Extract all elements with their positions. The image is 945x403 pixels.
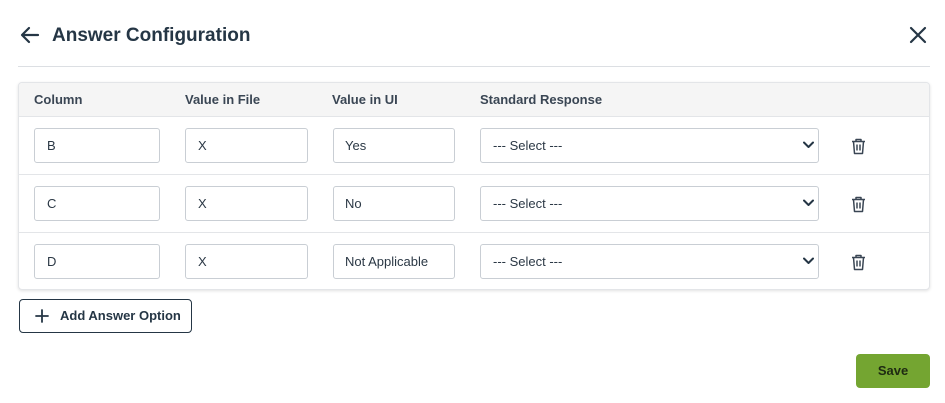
add-answer-option-button[interactable]: Add Answer Option xyxy=(19,299,192,333)
column-header-column: Column xyxy=(34,92,83,107)
dialog-header: Answer Configuration xyxy=(0,0,945,67)
arrow-left-icon[interactable] xyxy=(19,24,41,46)
value-in-ui-input[interactable] xyxy=(333,244,455,279)
header-divider xyxy=(18,66,930,67)
save-label: Save xyxy=(877,363,909,378)
save-button[interactable]: Save xyxy=(856,354,930,388)
page-title: Answer Configuration xyxy=(52,25,251,46)
column-input[interactable] xyxy=(34,244,160,279)
table-row: --- Select --- xyxy=(19,233,929,289)
column-header-value-in-file: Value in File xyxy=(185,92,261,107)
add-answer-option-label: Add Answer Option xyxy=(60,308,181,323)
value-in-file-input[interactable] xyxy=(185,128,308,163)
standard-response-select[interactable]: --- Select --- xyxy=(480,244,819,279)
close-icon[interactable] xyxy=(907,24,929,46)
column-input[interactable] xyxy=(34,128,160,163)
table-header: Column Value in File Value in UI Standar… xyxy=(19,83,929,117)
trash-icon[interactable] xyxy=(850,137,867,155)
table-row: --- Select --- xyxy=(19,117,929,175)
value-in-ui-input[interactable] xyxy=(333,128,455,163)
chevron-down-icon xyxy=(803,141,814,148)
column-input[interactable] xyxy=(34,186,160,221)
select-value: --- Select --- xyxy=(493,196,563,211)
chevron-down-icon xyxy=(803,199,814,206)
value-in-ui-input[interactable] xyxy=(333,186,455,221)
table-row: --- Select --- xyxy=(19,175,929,233)
chevron-down-icon xyxy=(803,257,814,264)
plus-icon xyxy=(35,309,49,323)
standard-response-select[interactable]: --- Select --- xyxy=(480,186,819,221)
trash-icon[interactable] xyxy=(850,195,867,213)
answer-table: Column Value in File Value in UI Standar… xyxy=(18,82,930,290)
select-value: --- Select --- xyxy=(493,254,563,269)
select-value: --- Select --- xyxy=(493,138,563,153)
standard-response-select[interactable]: --- Select --- xyxy=(480,128,819,163)
column-header-standard-response: Standard Response xyxy=(480,92,603,107)
value-in-file-input[interactable] xyxy=(185,244,308,279)
trash-icon[interactable] xyxy=(850,253,867,271)
column-header-value-in-ui: Value in UI xyxy=(332,92,398,107)
value-in-file-input[interactable] xyxy=(185,186,308,221)
